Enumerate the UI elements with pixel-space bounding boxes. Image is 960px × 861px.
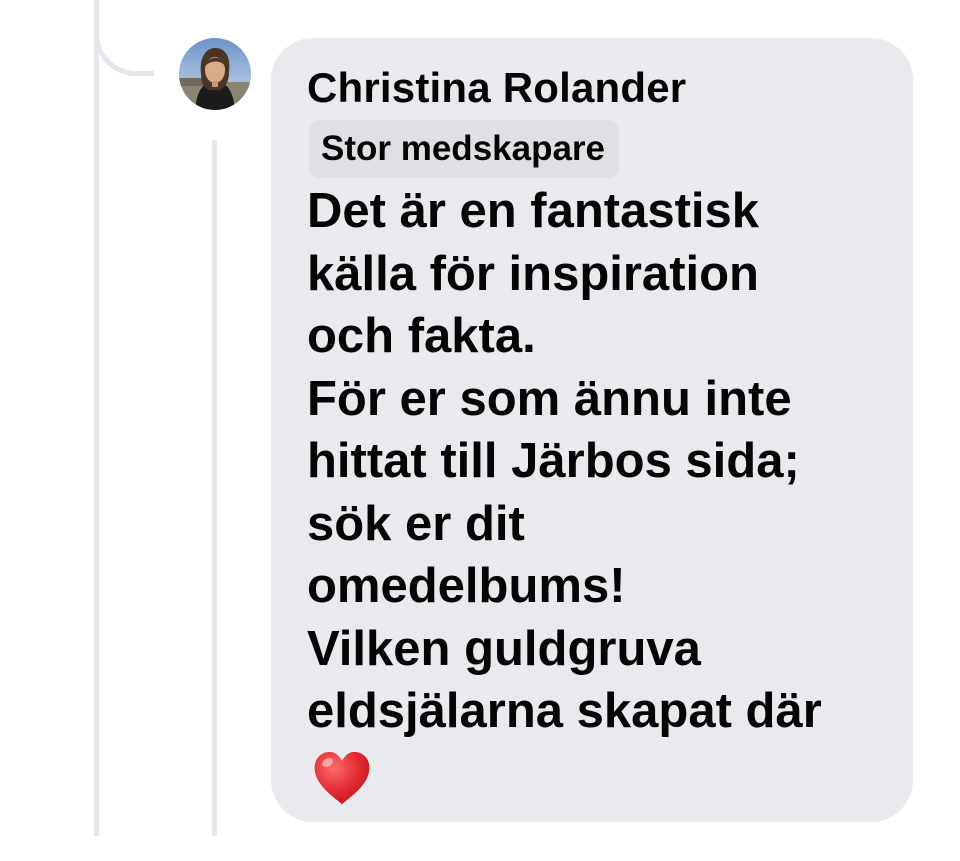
comment-text-line: sök er dit	[307, 496, 525, 551]
comment-text-line: hittat till Järbos sida;	[307, 434, 800, 488]
comment-text-line: Det är en fantastisk	[307, 184, 760, 238]
heart-emoji	[311, 748, 373, 810]
comment-text-line: källa för inspiration	[307, 246, 759, 301]
heart-icon	[314, 751, 370, 805]
comment-text-line: Vilken guldgruva	[307, 621, 701, 676]
comment-text: Det är en fantastisk källa för inspirati…	[307, 180, 897, 743]
comment-text-line: och fakta.	[307, 309, 536, 363]
comment-author-name[interactable]: Christina Rolander	[307, 62, 686, 114]
thread-connector-line	[94, 0, 99, 836]
avatar-photo	[179, 38, 251, 110]
thread-connector-curve	[94, 0, 154, 76]
reply-connector-line	[212, 140, 217, 836]
author-badge[interactable]: Stor medskapare	[309, 120, 620, 178]
comment-text-line: För er som ännu inte	[307, 371, 792, 426]
comment-text-line: eldsjälarna skapat där	[307, 684, 822, 738]
comment-text-line: omedelbums!	[307, 559, 626, 613]
avatar[interactable]	[179, 38, 251, 110]
